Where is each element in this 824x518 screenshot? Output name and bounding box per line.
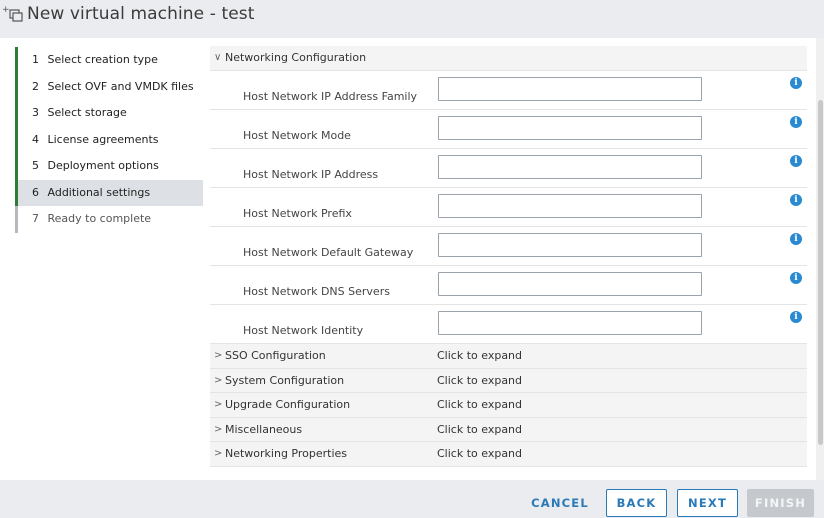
step-number: 3 [32, 106, 39, 119]
expand-hint[interactable]: Click to expand [437, 349, 522, 362]
step-select-ovf-vmdk[interactable]: 2 Select OVF and VMDK files [15, 73, 203, 100]
section-label: SSO Configuration [225, 349, 326, 362]
step-number: 7 [32, 212, 39, 225]
step-label: Select creation type [47, 53, 158, 66]
svg-text:+: + [2, 5, 10, 15]
step-number: 4 [32, 132, 39, 146]
section-label: Networking Configuration [225, 51, 367, 64]
chevron-right-icon[interactable]: > [214, 399, 222, 410]
window-titlebar: + New virtual machine - test [0, 0, 824, 38]
step-license-agreements[interactable]: 4 License agreements [15, 126, 203, 153]
info-icon[interactable]: i [790, 155, 802, 167]
wizard-steps: 1 Select creation type 2 Select OVF and … [15, 47, 203, 233]
section-sso-configuration[interactable]: > SSO Configuration Click to expand [210, 344, 807, 369]
chevron-right-icon[interactable]: > [214, 375, 222, 386]
back-button[interactable]: BACK [606, 489, 667, 517]
host-network-ip-address-family-input[interactable] [438, 77, 702, 101]
step-number: 6 [32, 185, 39, 199]
step-label: Select storage [47, 106, 127, 119]
chevron-right-icon[interactable]: > [214, 350, 222, 361]
wizard-footer: CANCEL BACK NEXT FINISH [0, 480, 824, 518]
field-label: Host Network IP Address [243, 168, 379, 181]
expand-hint[interactable]: Click to expand [437, 447, 522, 460]
field-label: Host Network IP Address Family [243, 90, 418, 103]
host-network-identity-input[interactable] [438, 311, 702, 335]
section-miscellaneous[interactable]: > Miscellaneous Click to expand [210, 417, 807, 443]
settings-table: ∨ Networking Configuration Host Network … [210, 46, 807, 467]
wizard-body: 1 Select creation type 2 Select OVF and … [0, 38, 824, 480]
next-button[interactable]: NEXT [677, 489, 738, 517]
step-number: 1 [32, 53, 39, 66]
info-icon[interactable]: i [790, 77, 802, 89]
finish-button: FINISH [747, 489, 814, 517]
chevron-right-icon[interactable]: > [214, 424, 222, 435]
field-label: Host Network Prefix [243, 207, 352, 220]
host-network-ip-address-input[interactable] [438, 155, 702, 179]
scrollbar-thumb[interactable] [818, 100, 823, 445]
step-number: 5 [32, 159, 39, 172]
field-row: Host Network Prefix i [210, 188, 807, 227]
section-upgrade-configuration[interactable]: > Upgrade Configuration Click to expand [210, 393, 807, 418]
field-label: Host Network Mode [243, 129, 351, 142]
field-label: Host Network Identity [243, 324, 364, 337]
field-row: Host Network Default Gateway i [210, 227, 807, 266]
step-label: License agreements [47, 132, 159, 146]
host-network-mode-input[interactable] [438, 116, 702, 140]
field-label: Host Network Default Gateway [243, 246, 414, 259]
new-vm-icon: + [2, 4, 24, 24]
step-label: Additional settings [47, 185, 151, 199]
section-label: Networking Properties [225, 447, 348, 461]
step-deployment-options[interactable]: 5 Deployment options [15, 153, 203, 180]
section-label: Upgrade Configuration [225, 398, 351, 412]
info-icon[interactable]: i [790, 311, 802, 323]
section-networking-configuration[interactable]: ∨ Networking Configuration [210, 46, 807, 71]
field-row: Host Network DNS Servers i [210, 266, 807, 305]
field-row: Host Network IP Address i [210, 149, 807, 188]
step-additional-settings[interactable]: 6 Additional settings [15, 179, 203, 206]
step-ready-to-complete: 7 Ready to complete [15, 206, 203, 233]
step-label: Select OVF and VMDK files [47, 79, 194, 93]
section-label: System Configuration [225, 373, 345, 387]
section-system-configuration[interactable]: > System Configuration Click to expand [210, 368, 807, 394]
window-title: New virtual machine - test [27, 4, 255, 24]
step-number: 2 [32, 79, 39, 93]
expand-hint[interactable]: Click to expand [437, 398, 522, 411]
field-label: Host Network DNS Servers [243, 285, 390, 298]
info-icon[interactable]: i [790, 116, 802, 128]
step-label: Ready to complete [47, 212, 152, 225]
step-select-creation-type[interactable]: 1 Select creation type [15, 47, 203, 74]
host-network-default-gateway-input[interactable] [438, 233, 702, 257]
field-row: Host Network IP Address Family i [210, 71, 807, 110]
field-row: Host Network Identity i [210, 305, 807, 344]
cancel-button[interactable]: CANCEL [526, 489, 594, 517]
info-icon[interactable]: i [790, 233, 802, 245]
field-row: Host Network Mode i [210, 110, 807, 149]
host-network-dns-servers-input[interactable] [438, 272, 702, 296]
step-select-storage[interactable]: 3 Select storage [15, 100, 203, 127]
section-label: Miscellaneous [225, 422, 303, 436]
chevron-down-icon[interactable]: ∨ [214, 52, 221, 63]
expand-hint[interactable]: Click to expand [437, 374, 522, 387]
step-label: Deployment options [47, 159, 159, 172]
chevron-right-icon[interactable]: > [214, 448, 222, 459]
host-network-prefix-input[interactable] [438, 194, 702, 218]
info-icon[interactable]: i [790, 194, 802, 206]
expand-hint[interactable]: Click to expand [437, 423, 522, 436]
section-networking-properties[interactable]: > Networking Properties Click to expand [210, 442, 807, 467]
info-icon[interactable]: i [790, 272, 802, 284]
